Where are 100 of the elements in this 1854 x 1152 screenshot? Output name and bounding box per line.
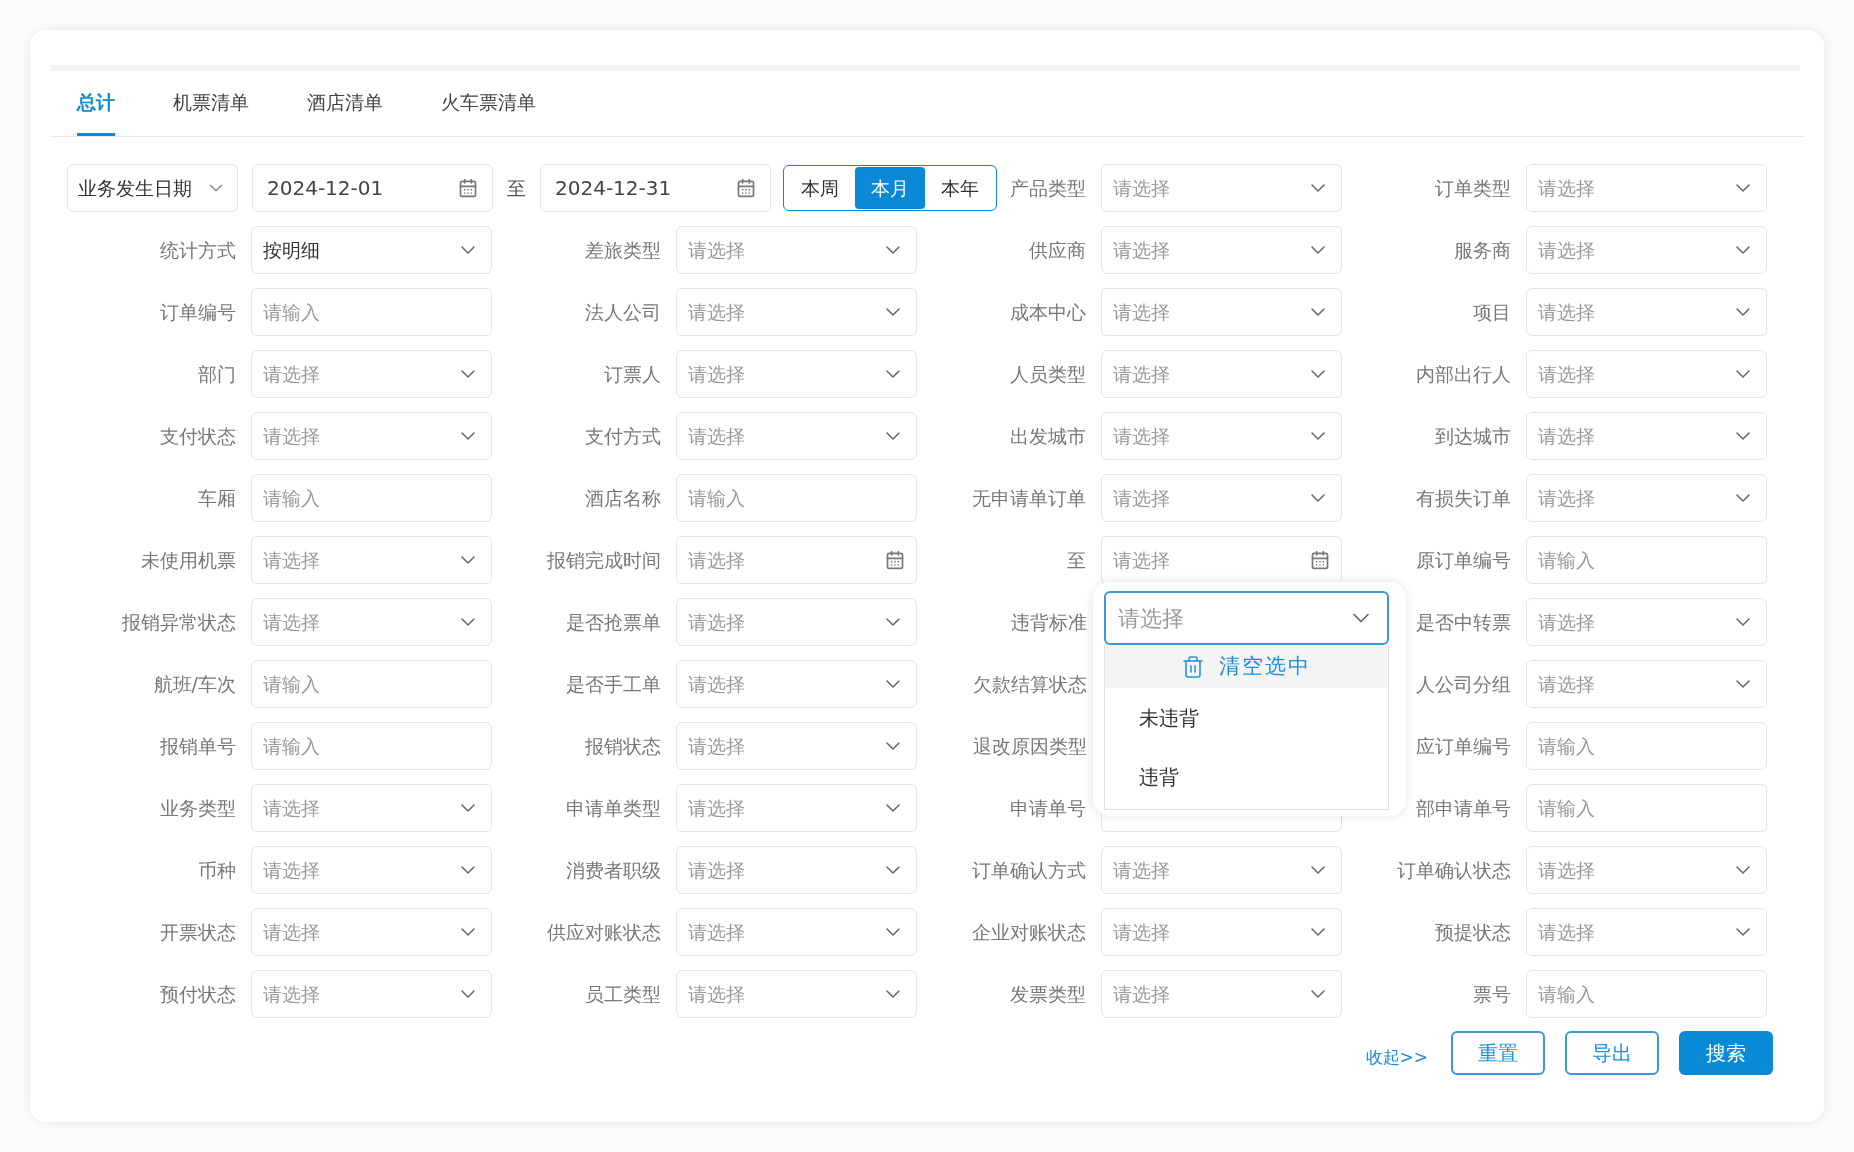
field-label: 报销单号: [160, 733, 236, 759]
action-button[interactable]: 重置: [1451, 1031, 1545, 1075]
select-field[interactable]: 请选择: [1526, 660, 1767, 708]
field-label: 应订单编号: [1416, 733, 1511, 759]
select-field[interactable]: 请选择: [1526, 350, 1767, 398]
select-field[interactable]: 请选择: [1103, 591, 1389, 645]
date-field[interactable]: 请选择: [676, 536, 917, 584]
select-field[interactable]: 请选择: [676, 846, 917, 894]
select-field[interactable]: 请选择: [1526, 598, 1767, 646]
tab[interactable]: 酒店清单: [307, 86, 383, 136]
placeholder-text: 请选择: [263, 423, 320, 449]
select-field[interactable]: 请选择: [251, 970, 492, 1018]
field-label: 支付状态: [160, 423, 236, 449]
text-field[interactable]: 请输入: [1526, 536, 1767, 584]
field-label: 币种: [198, 857, 236, 883]
placeholder-text: 请选择: [688, 237, 745, 263]
select-field[interactable]: 请选择: [676, 908, 917, 956]
field-label: 车厢: [198, 485, 236, 511]
select-field[interactable]: 请选择: [251, 536, 492, 584]
select-field[interactable]: 请选择: [251, 598, 492, 646]
tab[interactable]: 机票清单: [173, 86, 249, 136]
select-field[interactable]: 请选择: [251, 784, 492, 832]
select-field[interactable]: 请选择: [1526, 846, 1767, 894]
placeholder-text: 请选择: [688, 547, 745, 573]
select-field[interactable]: 请选择: [676, 784, 917, 832]
select-field[interactable]: 请选择: [1101, 474, 1342, 522]
select-field[interactable]: 按明细: [251, 226, 492, 274]
date-field[interactable]: 2024-12-31: [540, 164, 771, 212]
action-button[interactable]: 搜索: [1679, 1031, 1773, 1075]
placeholder-text: 请选择: [688, 423, 745, 449]
select-field[interactable]: 请选择: [1526, 226, 1767, 274]
field-label: 违背标准: [1010, 609, 1087, 635]
select-field[interactable]: 请选择: [251, 908, 492, 956]
field-label: 供应对账状态: [547, 919, 661, 945]
placeholder-text: 请选择: [1113, 919, 1170, 945]
select-field[interactable]: 请选择: [1101, 164, 1342, 212]
select-field[interactable]: 请选择: [676, 598, 917, 646]
select-field[interactable]: 请选择: [1101, 350, 1342, 398]
text-field[interactable]: 请输入: [251, 722, 492, 770]
placeholder-text: 请输入: [263, 485, 320, 511]
select-field[interactable]: 请选择: [251, 350, 492, 398]
text-field[interactable]: 请输入: [1526, 970, 1767, 1018]
select-field[interactable]: 请选择: [1101, 846, 1342, 894]
placeholder-text: 请选择: [688, 671, 745, 697]
date-field[interactable]: 请选择: [1101, 536, 1342, 584]
tab[interactable]: 总计: [77, 86, 115, 136]
select-field[interactable]: 请选择: [1101, 226, 1342, 274]
select-field[interactable]: 请选择: [676, 412, 917, 460]
collapse-link[interactable]: 收起>>: [1365, 1045, 1428, 1071]
field-label: 申请单号: [1010, 795, 1086, 821]
field-label: 产品类型: [1010, 175, 1086, 201]
text-field[interactable]: 请输入: [1526, 722, 1767, 770]
select-field[interactable]: 请选择: [676, 350, 917, 398]
select-field[interactable]: 请选择: [1526, 412, 1767, 460]
action-button[interactable]: 导出: [1565, 1031, 1659, 1075]
text-field[interactable]: 请输入: [1526, 784, 1767, 832]
field-label: 开票状态: [160, 919, 236, 945]
select-field[interactable]: 请选择: [676, 288, 917, 336]
placeholder-text: 请选择: [688, 919, 745, 945]
placeholder-text: 请选择: [1113, 423, 1170, 449]
text-field[interactable]: 请输入: [251, 660, 492, 708]
field-label: 是否抢票单: [566, 609, 661, 635]
select-field[interactable]: 请选择: [1101, 970, 1342, 1018]
field-label: 部门: [198, 361, 236, 387]
field-label: 企业对账状态: [972, 919, 1086, 945]
select-field[interactable]: 请选择: [251, 846, 492, 894]
dropdown-option[interactable]: 未违背: [1104, 688, 1388, 747]
tab[interactable]: 火车票清单: [441, 86, 536, 136]
clear-selection-item[interactable]: 清空选中: [1104, 646, 1388, 688]
field-label: 统计方式: [160, 237, 236, 263]
select-field[interactable]: 请选择: [251, 412, 492, 460]
field-label: 部申请单号: [1416, 795, 1511, 821]
placeholder-text: 请选择: [688, 609, 745, 635]
date-type-select[interactable]: 业务发生日期: [67, 164, 238, 212]
select-field[interactable]: 请选择: [1526, 288, 1767, 336]
select-field[interactable]: 请选择: [1526, 474, 1767, 522]
select-field[interactable]: 请选择: [676, 226, 917, 274]
field-label: 酒店名称: [585, 485, 661, 511]
select-field[interactable]: 请选择: [1526, 908, 1767, 956]
date-field[interactable]: 2024-12-01: [252, 164, 493, 212]
select-field[interactable]: 请选择: [1101, 412, 1342, 460]
field-label: 订票人: [604, 361, 661, 387]
text-field[interactable]: 请输入: [251, 474, 492, 522]
select-field[interactable]: 请选择: [676, 722, 917, 770]
dropdown-option[interactable]: 违背: [1104, 747, 1388, 806]
select-field[interactable]: 请选择: [676, 970, 917, 1018]
field-label: 出发城市: [1010, 423, 1086, 449]
field-label: 人员类型: [1010, 361, 1086, 387]
select-field[interactable]: 请选择: [676, 660, 917, 708]
field-value: 按明细: [263, 237, 320, 263]
select-field[interactable]: 请选择: [1101, 288, 1342, 336]
preset-button[interactable]: 本月: [855, 167, 925, 209]
placeholder-text: 请选择: [1538, 609, 1595, 635]
select-field[interactable]: 请选择: [1101, 908, 1342, 956]
select-field[interactable]: 请选择: [1526, 164, 1767, 212]
placeholder-text: 请选择: [1113, 857, 1170, 883]
placeholder-text: 请选择: [688, 299, 745, 325]
text-field[interactable]: 请输入: [251, 288, 492, 336]
text-field[interactable]: 请输入: [676, 474, 917, 522]
field-label: 是否手工单: [566, 671, 661, 697]
